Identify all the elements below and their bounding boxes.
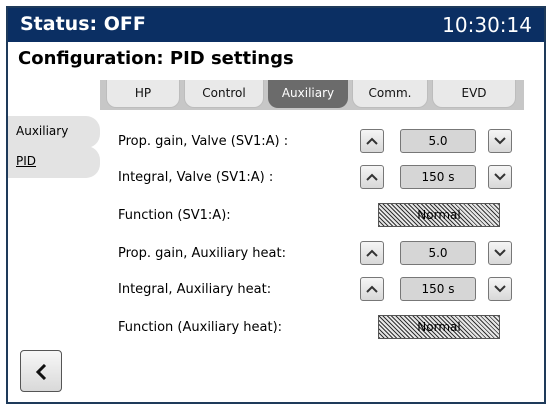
- chevron-up-icon: [366, 249, 378, 257]
- prop-gain-aux-heat-down-button[interactable]: [488, 241, 512, 265]
- integral-aux-heat-up-button[interactable]: [360, 277, 384, 301]
- chevron-down-icon: [494, 137, 506, 145]
- chevron-up-icon: [366, 285, 378, 293]
- chevron-down-icon: [494, 173, 506, 181]
- prop-gain-valve-down-button[interactable]: [488, 129, 512, 153]
- tab-control[interactable]: Control: [184, 80, 264, 108]
- back-button[interactable]: [20, 350, 62, 392]
- prop-gain-valve-up-button[interactable]: [360, 129, 384, 153]
- function-valve-label: Function (SV1:A):: [118, 208, 231, 223]
- page-title: Configuration: PID settings: [18, 48, 294, 69]
- chevron-up-icon: [366, 173, 378, 181]
- integral-valve-down-button[interactable]: [488, 165, 512, 189]
- prop-gain-aux-heat-label: Prop. gain, Auxiliary heat:: [118, 246, 286, 261]
- side-menu-auxiliary[interactable]: Auxiliary: [8, 116, 100, 148]
- function-valve-status: Normal: [378, 203, 500, 227]
- integral-aux-heat-value: 150 s: [400, 277, 476, 301]
- tab-auxiliary[interactable]: Auxiliary: [268, 80, 348, 108]
- chevron-down-icon: [494, 285, 506, 293]
- prop-gain-valve-label: Prop. gain, Valve (SV1:A) :: [118, 134, 289, 149]
- integral-aux-heat-down-button[interactable]: [488, 277, 512, 301]
- prop-gain-aux-heat-value: 5.0: [400, 241, 476, 265]
- screen-frame: Status: OFF 10:30:14 Configuration: PID …: [6, 6, 546, 404]
- tab-hp[interactable]: HP: [106, 80, 180, 108]
- integral-valve-value: 150 s: [400, 165, 476, 189]
- chevron-down-icon: [494, 249, 506, 257]
- chevron-up-icon: [366, 137, 378, 145]
- side-menu-pid[interactable]: PID: [8, 146, 100, 178]
- tab-evd[interactable]: EVD: [432, 80, 516, 108]
- prop-gain-aux-heat-up-button[interactable]: [360, 241, 384, 265]
- integral-aux-heat-label: Integral, Auxiliary heat:: [118, 282, 272, 297]
- function-aux-heat-label: Function (Auxiliary heat):: [118, 320, 283, 335]
- status-time: 10:30:14: [442, 13, 532, 37]
- chevron-left-icon: [35, 364, 47, 380]
- integral-valve-up-button[interactable]: [360, 165, 384, 189]
- integral-valve-label: Integral, Valve (SV1:A) :: [118, 170, 274, 185]
- prop-gain-valve-value: 5.0: [400, 129, 476, 153]
- status-bar: Status: OFF 10:30:14: [8, 8, 544, 42]
- status-text: Status: OFF: [20, 13, 146, 35]
- function-aux-heat-status: Normal: [378, 315, 500, 339]
- tab-comm[interactable]: Comm.: [352, 80, 428, 108]
